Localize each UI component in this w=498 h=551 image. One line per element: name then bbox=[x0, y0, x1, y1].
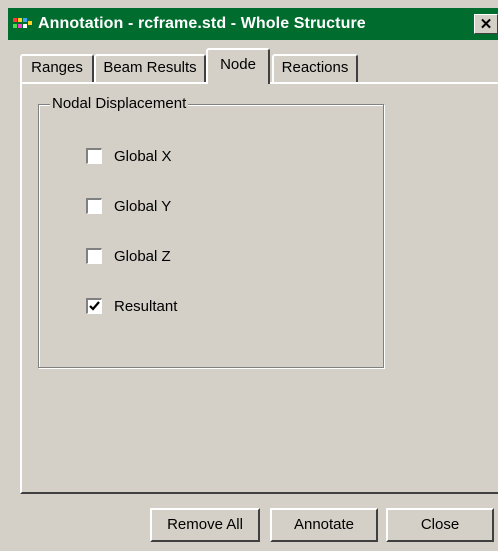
checkbox[interactable] bbox=[86, 198, 102, 214]
group-legend: Nodal Displacement bbox=[50, 95, 189, 113]
remove-all-button[interactable]: Remove All bbox=[150, 508, 260, 542]
annotate-button[interactable]: Annotate bbox=[270, 508, 378, 542]
close-icon: ✕ bbox=[479, 16, 493, 33]
title-bar[interactable]: Annotation - rcframe.std - Whole Structu… bbox=[8, 8, 498, 40]
window-close-button[interactable]: ✕ bbox=[474, 14, 498, 34]
tab-node[interactable]: Node bbox=[206, 48, 270, 84]
option-label: Global X bbox=[114, 147, 172, 165]
check-mark-icon bbox=[89, 301, 100, 311]
checkbox[interactable] bbox=[86, 148, 102, 164]
option-global-x[interactable]: Global X bbox=[86, 146, 172, 166]
option-global-z[interactable]: Global Z bbox=[86, 246, 171, 266]
tab-label: Ranges bbox=[31, 59, 83, 76]
option-label: Global Z bbox=[114, 247, 171, 265]
nodal-displacement-group bbox=[38, 104, 384, 368]
checkbox[interactable] bbox=[86, 298, 102, 314]
close-button[interactable]: Close bbox=[386, 508, 494, 542]
option-resultant[interactable]: Resultant bbox=[86, 296, 177, 316]
tab-ranges[interactable]: Ranges bbox=[20, 54, 94, 82]
checkbox[interactable] bbox=[86, 248, 102, 264]
tab-label: Beam Results bbox=[103, 59, 197, 76]
tab-reactions[interactable]: Reactions bbox=[272, 54, 358, 82]
tab-label: Reactions bbox=[281, 59, 349, 76]
option-label: Global Y bbox=[114, 197, 172, 215]
tab-beam-results[interactable]: Beam Results bbox=[94, 54, 206, 82]
app-icon bbox=[12, 16, 34, 32]
window-title: Annotation - rcframe.std - Whole Structu… bbox=[38, 15, 366, 32]
option-global-y[interactable]: Global Y bbox=[86, 196, 171, 216]
option-label: Resultant bbox=[114, 297, 178, 315]
tab-label: Node bbox=[220, 56, 256, 73]
